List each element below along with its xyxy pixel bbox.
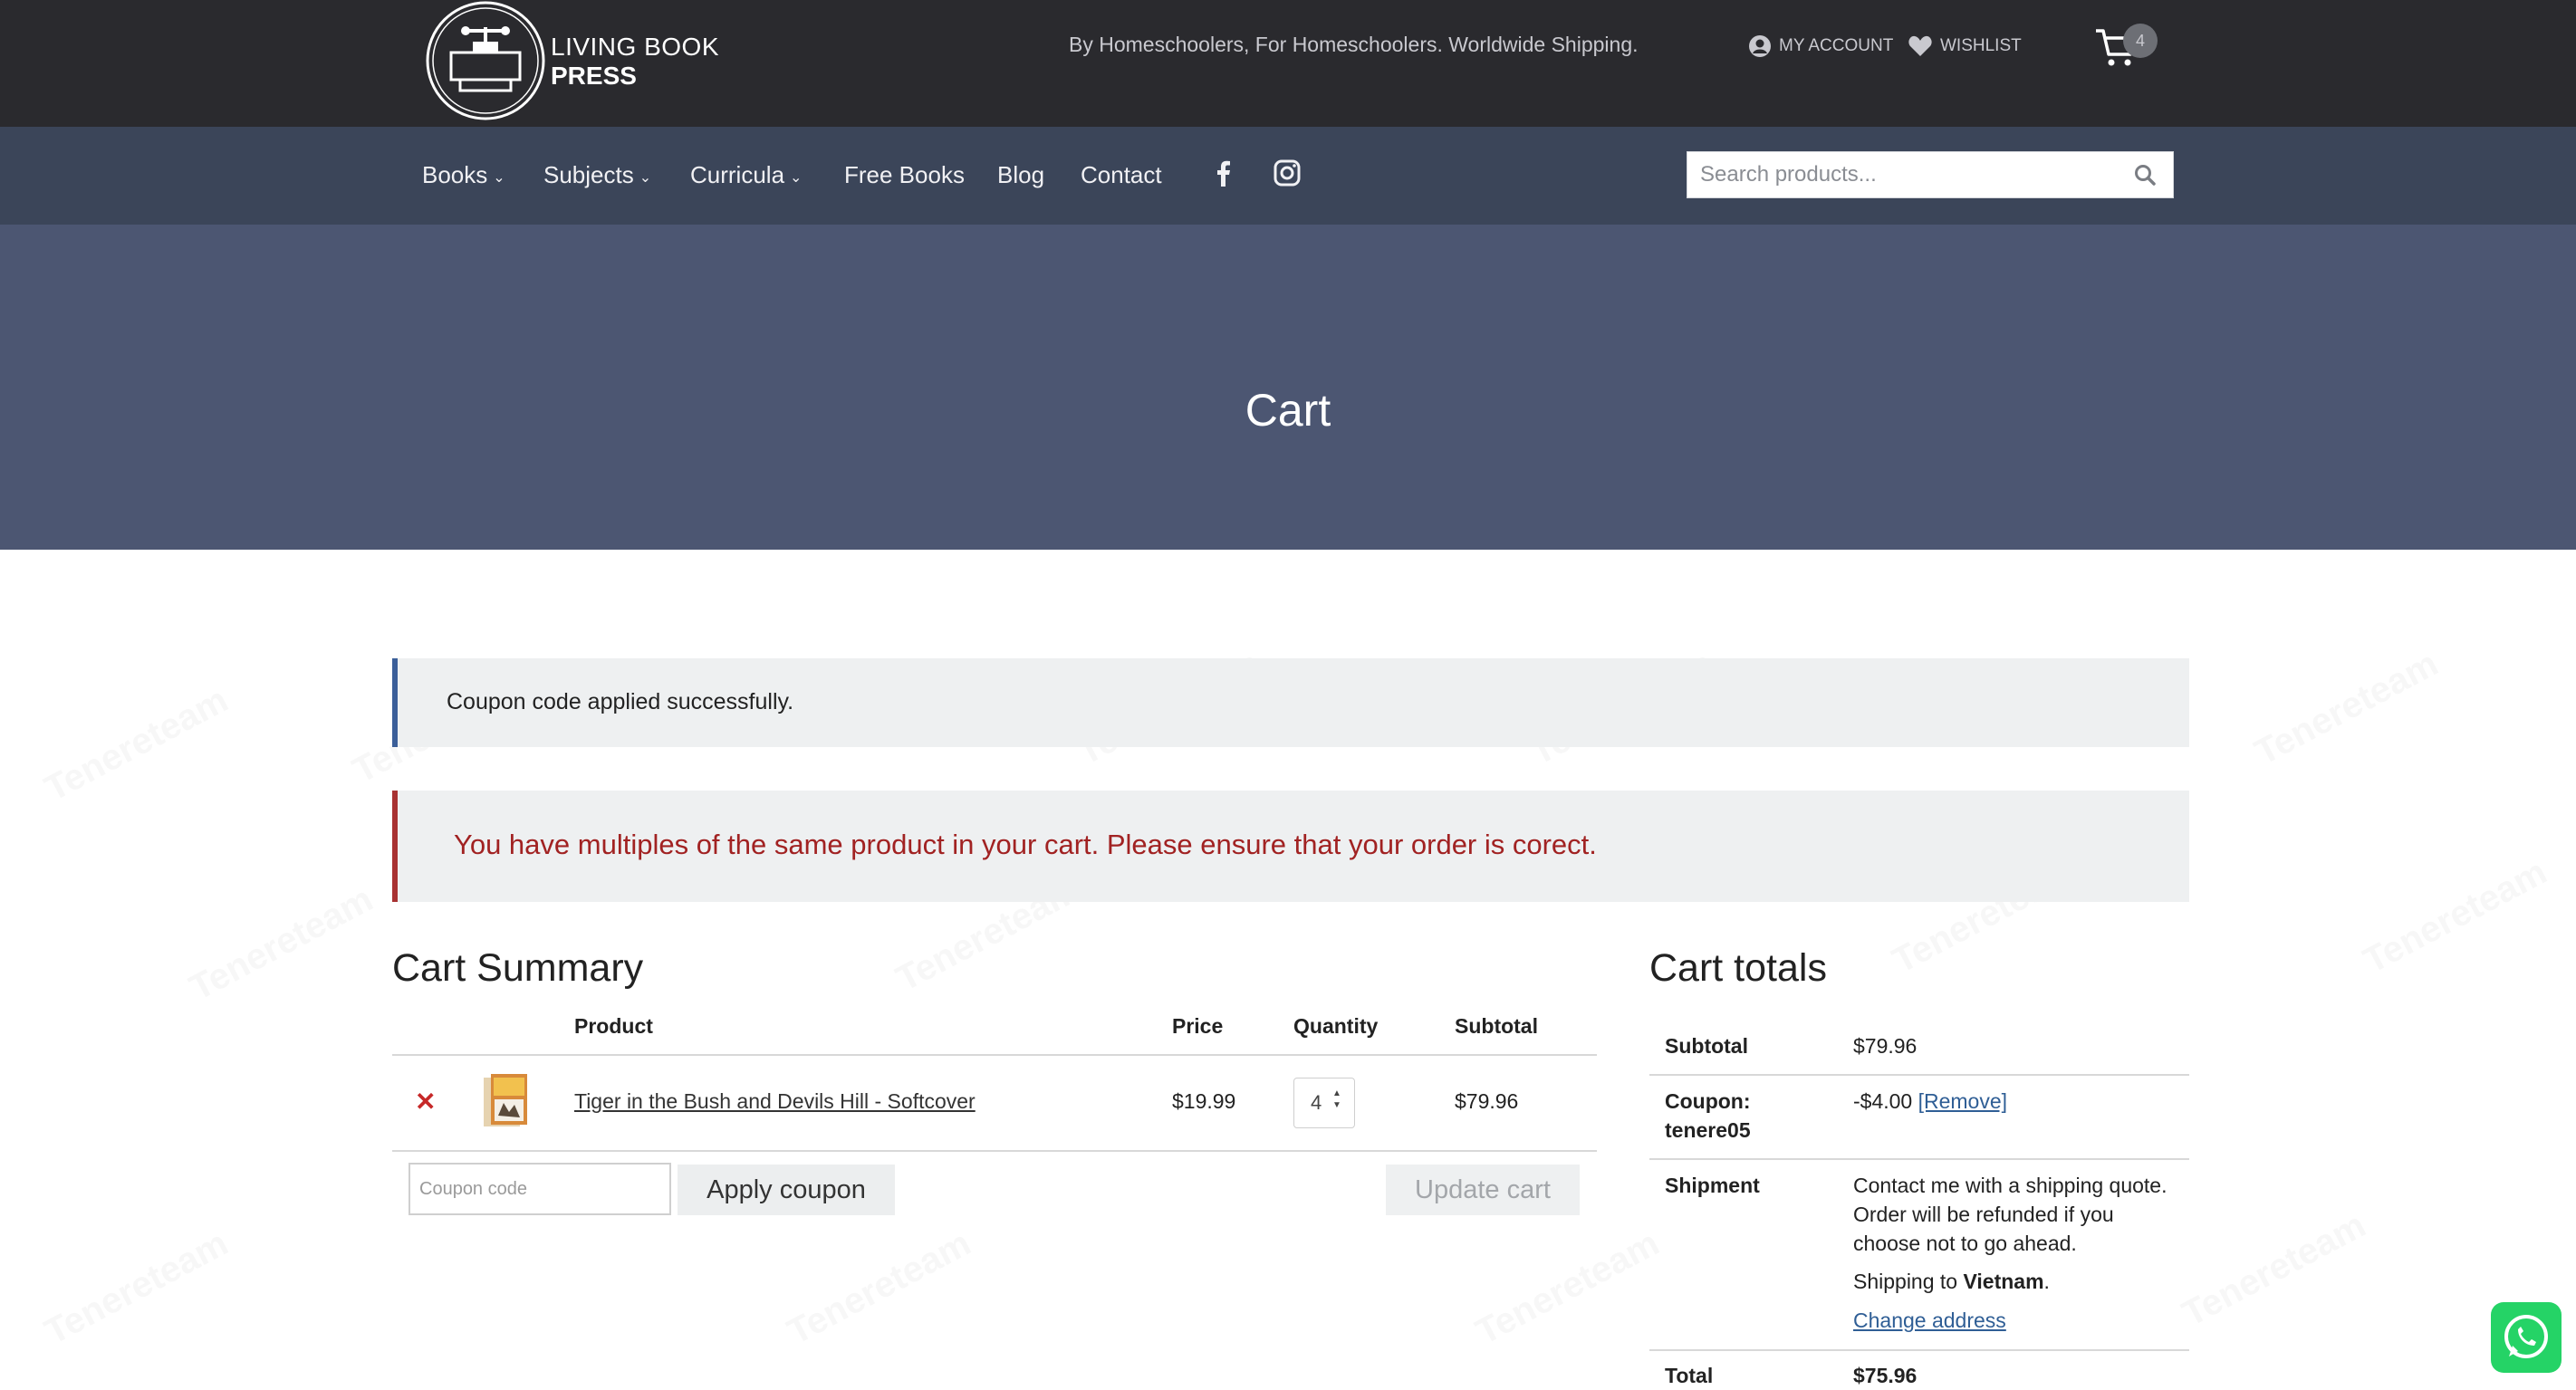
totals-total-label: Total bbox=[1665, 1364, 1714, 1387]
page-title: Cart bbox=[1245, 385, 1331, 436]
whatsapp-icon bbox=[2504, 1315, 2548, 1358]
totals-divider bbox=[1649, 1158, 2189, 1160]
nav-subjects-label: Subjects bbox=[543, 161, 634, 188]
table-divider bbox=[392, 1054, 1597, 1056]
nav-books-label: Books bbox=[422, 161, 488, 188]
user-icon bbox=[1749, 35, 1771, 57]
search-box bbox=[1687, 151, 2174, 198]
my-account-link[interactable]: MY ACCOUNT bbox=[1748, 34, 1893, 58]
cart-totals-heading: Cart totals bbox=[1649, 946, 1827, 990]
totals-total-value: $75.96 bbox=[1853, 1364, 1918, 1387]
nav-contact-label: Contact bbox=[1081, 161, 1162, 188]
totals-subtotal-label: Subtotal bbox=[1665, 1034, 1748, 1058]
table-divider bbox=[392, 1150, 1597, 1152]
item-price: $19.99 bbox=[1172, 1089, 1236, 1113]
heart-icon bbox=[1908, 35, 1932, 56]
coupon-label-text: Coupon: bbox=[1665, 1089, 1751, 1113]
nav-curricula[interactable]: Curricula ⌄ bbox=[690, 161, 802, 189]
cart-summary-heading: Cart Summary bbox=[392, 946, 644, 990]
nav-contact[interactable]: Contact bbox=[1081, 161, 1162, 189]
page-hero: Cart bbox=[0, 225, 2576, 550]
change-address-link[interactable]: Change address bbox=[1853, 1306, 2006, 1335]
nav-blog-label: Blog bbox=[997, 161, 1045, 188]
watermark: Tenereteam bbox=[183, 878, 380, 1009]
nav-free-books[interactable]: Free Books bbox=[844, 161, 965, 189]
watermark: Tenereteam bbox=[38, 1222, 235, 1353]
error-notice: You have multiples of the same product i… bbox=[392, 791, 2189, 902]
remove-coupon-link[interactable]: [Remove] bbox=[1918, 1089, 2007, 1113]
watermark: Tenereteam bbox=[1469, 1222, 1666, 1353]
stepper-arrows-icon[interactable]: ▲ ▼ bbox=[1332, 1088, 1341, 1111]
quantity-stepper[interactable]: 4 ▲ ▼ bbox=[1293, 1078, 1355, 1128]
coupon-discount: -$4.00 bbox=[1853, 1089, 1913, 1113]
nav-blog[interactable]: Blog bbox=[997, 161, 1044, 189]
totals-coupon-value: -$4.00 [Remove] bbox=[1853, 1087, 2007, 1116]
brand-text[interactable]: LIVING BOOK PRESS bbox=[551, 33, 719, 91]
update-cart-button[interactable]: Update cart bbox=[1386, 1165, 1580, 1215]
shipping-destination: Shipping to Vietnam. bbox=[1853, 1270, 2050, 1293]
brand-line1: LIVING BOOK bbox=[551, 33, 719, 61]
watermark: Tenereteam bbox=[2176, 1204, 2372, 1335]
chevron-down-icon: ⌄ bbox=[639, 169, 652, 186]
top-bar: LIVING BOOK PRESS By Homeschoolers, For … bbox=[0, 0, 2576, 127]
nav-curricula-label: Curricula bbox=[690, 161, 785, 188]
coupon-code-text: tenere05 bbox=[1665, 1118, 1751, 1142]
chevron-down-icon: ⌄ bbox=[790, 169, 803, 186]
totals-shipment-label: Shipment bbox=[1665, 1174, 1760, 1197]
my-account-label: MY ACCOUNT bbox=[1779, 36, 1894, 55]
watermark: Tenereteam bbox=[2248, 643, 2445, 773]
brand-line2: PRESS bbox=[551, 62, 637, 90]
facebook-icon[interactable] bbox=[1208, 158, 1239, 188]
watermark: Tenereteam bbox=[2357, 851, 2553, 982]
nav-subjects[interactable]: Subjects ⌄ bbox=[543, 161, 651, 189]
col-subtotal: Subtotal bbox=[1455, 1014, 1538, 1038]
product-thumbnail[interactable] bbox=[480, 1072, 538, 1130]
whatsapp-button[interactable] bbox=[2491, 1302, 2562, 1373]
search-input[interactable] bbox=[1687, 152, 2119, 197]
product-link[interactable]: Tiger in the Bush and Devils Hill - Soft… bbox=[574, 1089, 976, 1114]
watermark: Tenereteam bbox=[38, 679, 235, 810]
apply-coupon-button[interactable]: Apply coupon bbox=[678, 1165, 895, 1215]
remove-item-icon[interactable]: ✕ bbox=[415, 1087, 436, 1117]
coupon-code-input[interactable] bbox=[409, 1163, 671, 1215]
tagline: By Homeschoolers, For Homeschoolers. Wor… bbox=[1069, 33, 1639, 56]
quantity-value: 4 bbox=[1311, 1091, 1322, 1114]
watermark: Tenereteam bbox=[781, 1222, 977, 1353]
item-subtotal: $79.96 bbox=[1455, 1089, 1519, 1113]
error-message: You have multiples of the same product i… bbox=[454, 829, 1597, 860]
shipping-to-prefix: Shipping to bbox=[1853, 1270, 1958, 1293]
wishlist-link[interactable]: WISHLIST bbox=[1908, 34, 2022, 58]
col-product: Product bbox=[574, 1014, 653, 1038]
shipping-country: Vietnam bbox=[1963, 1270, 2044, 1293]
col-quantity: Quantity bbox=[1293, 1014, 1379, 1038]
totals-divider bbox=[1649, 1349, 2189, 1351]
wishlist-label: WISHLIST bbox=[1940, 36, 2022, 55]
totals-shipment-text: Contact me with a shipping quote. Order … bbox=[1853, 1174, 2167, 1255]
success-notice: Coupon code applied successfully. bbox=[392, 658, 2189, 747]
nav-books[interactable]: Books ⌄ bbox=[422, 161, 505, 189]
search-icon[interactable] bbox=[2133, 163, 2157, 187]
totals-coupon-label: Coupon: tenere05 bbox=[1665, 1087, 1751, 1145]
instagram-icon[interactable] bbox=[1272, 158, 1302, 188]
totals-subtotal-value: $79.96 bbox=[1853, 1034, 1918, 1058]
cart-count-badge[interactable]: 4 bbox=[2123, 24, 2158, 58]
success-message: Coupon code applied successfully. bbox=[447, 689, 794, 714]
logo[interactable] bbox=[424, 0, 547, 121]
totals-divider bbox=[1649, 1074, 2189, 1076]
chevron-down-icon: ⌄ bbox=[493, 169, 505, 186]
main-nav: Books ⌄ Subjects ⌄ Curricula ⌄ Free Books B… bbox=[0, 127, 2576, 225]
col-price: Price bbox=[1172, 1014, 1224, 1038]
nav-free-books-label: Free Books bbox=[844, 161, 965, 188]
